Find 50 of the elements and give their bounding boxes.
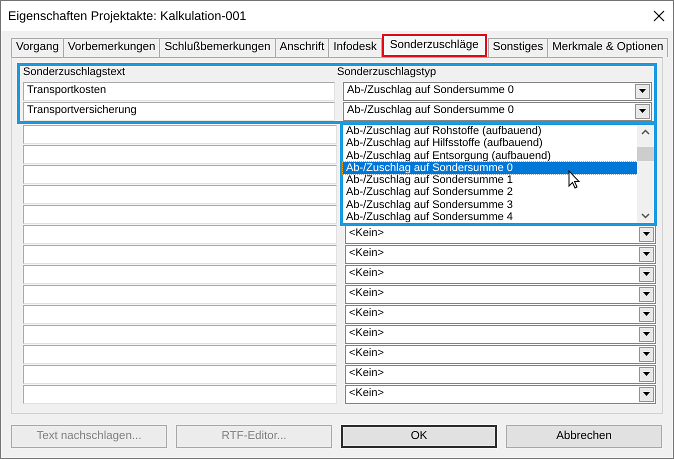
text-field[interactable]	[23, 164, 337, 184]
dropdown[interactable]: Ab-/Zuschlag auf Sondersumme 0	[343, 102, 652, 120]
dropdown[interactable]: Ab-/Zuschlag auf Sondersumme 0	[343, 82, 652, 100]
text-field[interactable]	[23, 144, 337, 164]
list-option[interactable]: Ab-/Zuschlag auf Entsorgung (aufbauend)	[343, 150, 637, 162]
tab[interactable]: Merkmale & Optionen	[547, 38, 668, 57]
dropdown[interactable]: <Kein>	[345, 244, 656, 264]
list-option[interactable]: Ab-/Zuschlag auf Sondersumme 2	[343, 186, 637, 199]
text-field[interactable]	[23, 284, 337, 304]
text-field[interactable]	[23, 264, 337, 284]
text-field[interactable]	[23, 324, 337, 344]
text-field[interactable]	[23, 124, 337, 144]
tab[interactable]: Infodesk	[328, 38, 382, 57]
text-field[interactable]	[23, 304, 337, 324]
tab[interactable]: Sonderzuschläge	[382, 34, 487, 57]
scroll-down-icon[interactable]	[641, 213, 650, 219]
text-field[interactable]	[23, 184, 337, 204]
text-field[interactable]	[23, 204, 337, 224]
dropdown[interactable]: <Kein>	[345, 384, 656, 404]
list-option[interactable]: Ab-/Zuschlag auf Hilfsstoffe (aufbauend)	[343, 137, 637, 150]
column-header: Sonderzuschlagstext	[23, 66, 126, 80]
text-field[interactable]: Transportversicherung	[23, 102, 335, 120]
list-option[interactable]: Ab-/Zuschlag auf Rohstoffe (aufbauend)	[343, 125, 637, 138]
text-field[interactable]	[23, 244, 337, 264]
dropdown[interactable]: <Kein>	[345, 324, 656, 344]
text-field[interactable]	[23, 344, 337, 364]
dropdown[interactable]: <Kein>	[345, 264, 656, 284]
dropdown[interactable]: <Kein>	[345, 364, 656, 384]
button[interactable]: Abbrechen	[506, 425, 662, 448]
dropdown[interactable]: <Kein>	[345, 304, 656, 324]
scroll-up-icon[interactable]	[641, 129, 650, 135]
window-title: Eigenschaften Projektakte: Kalkulation-001	[8, 8, 246, 24]
button[interactable]: OK	[341, 425, 497, 448]
list-option[interactable]: Ab-/Zuschlag auf Sondersumme 4	[343, 211, 637, 224]
dropdown[interactable]: <Kein>	[345, 284, 656, 304]
list-option[interactable]: Ab-/Zuschlag auf Sondersumme 3	[343, 198, 637, 212]
list-option[interactable]: Ab-/Zuschlag auf Sondersumme 1	[343, 174, 637, 186]
text-field[interactable]	[23, 364, 337, 384]
dropdown[interactable]: <Kein>	[345, 344, 656, 364]
list-option[interactable]: Ab-/Zuschlag auf Sondersumme 0	[343, 162, 637, 174]
dropdown-list[interactable]	[340, 122, 657, 226]
cursor-icon	[568, 170, 580, 189]
column-header: Sonderzuschlagstyp	[337, 66, 436, 80]
tab[interactable]: Sonstiges	[488, 38, 548, 57]
tab[interactable]: Vorgang	[11, 38, 64, 57]
close-icon[interactable]	[653, 10, 665, 22]
text-field[interactable]: Transportkosten	[23, 82, 335, 100]
scrollbar-thumb[interactable]	[637, 147, 654, 161]
text-field[interactable]	[23, 224, 337, 244]
text-field[interactable]	[23, 384, 337, 404]
